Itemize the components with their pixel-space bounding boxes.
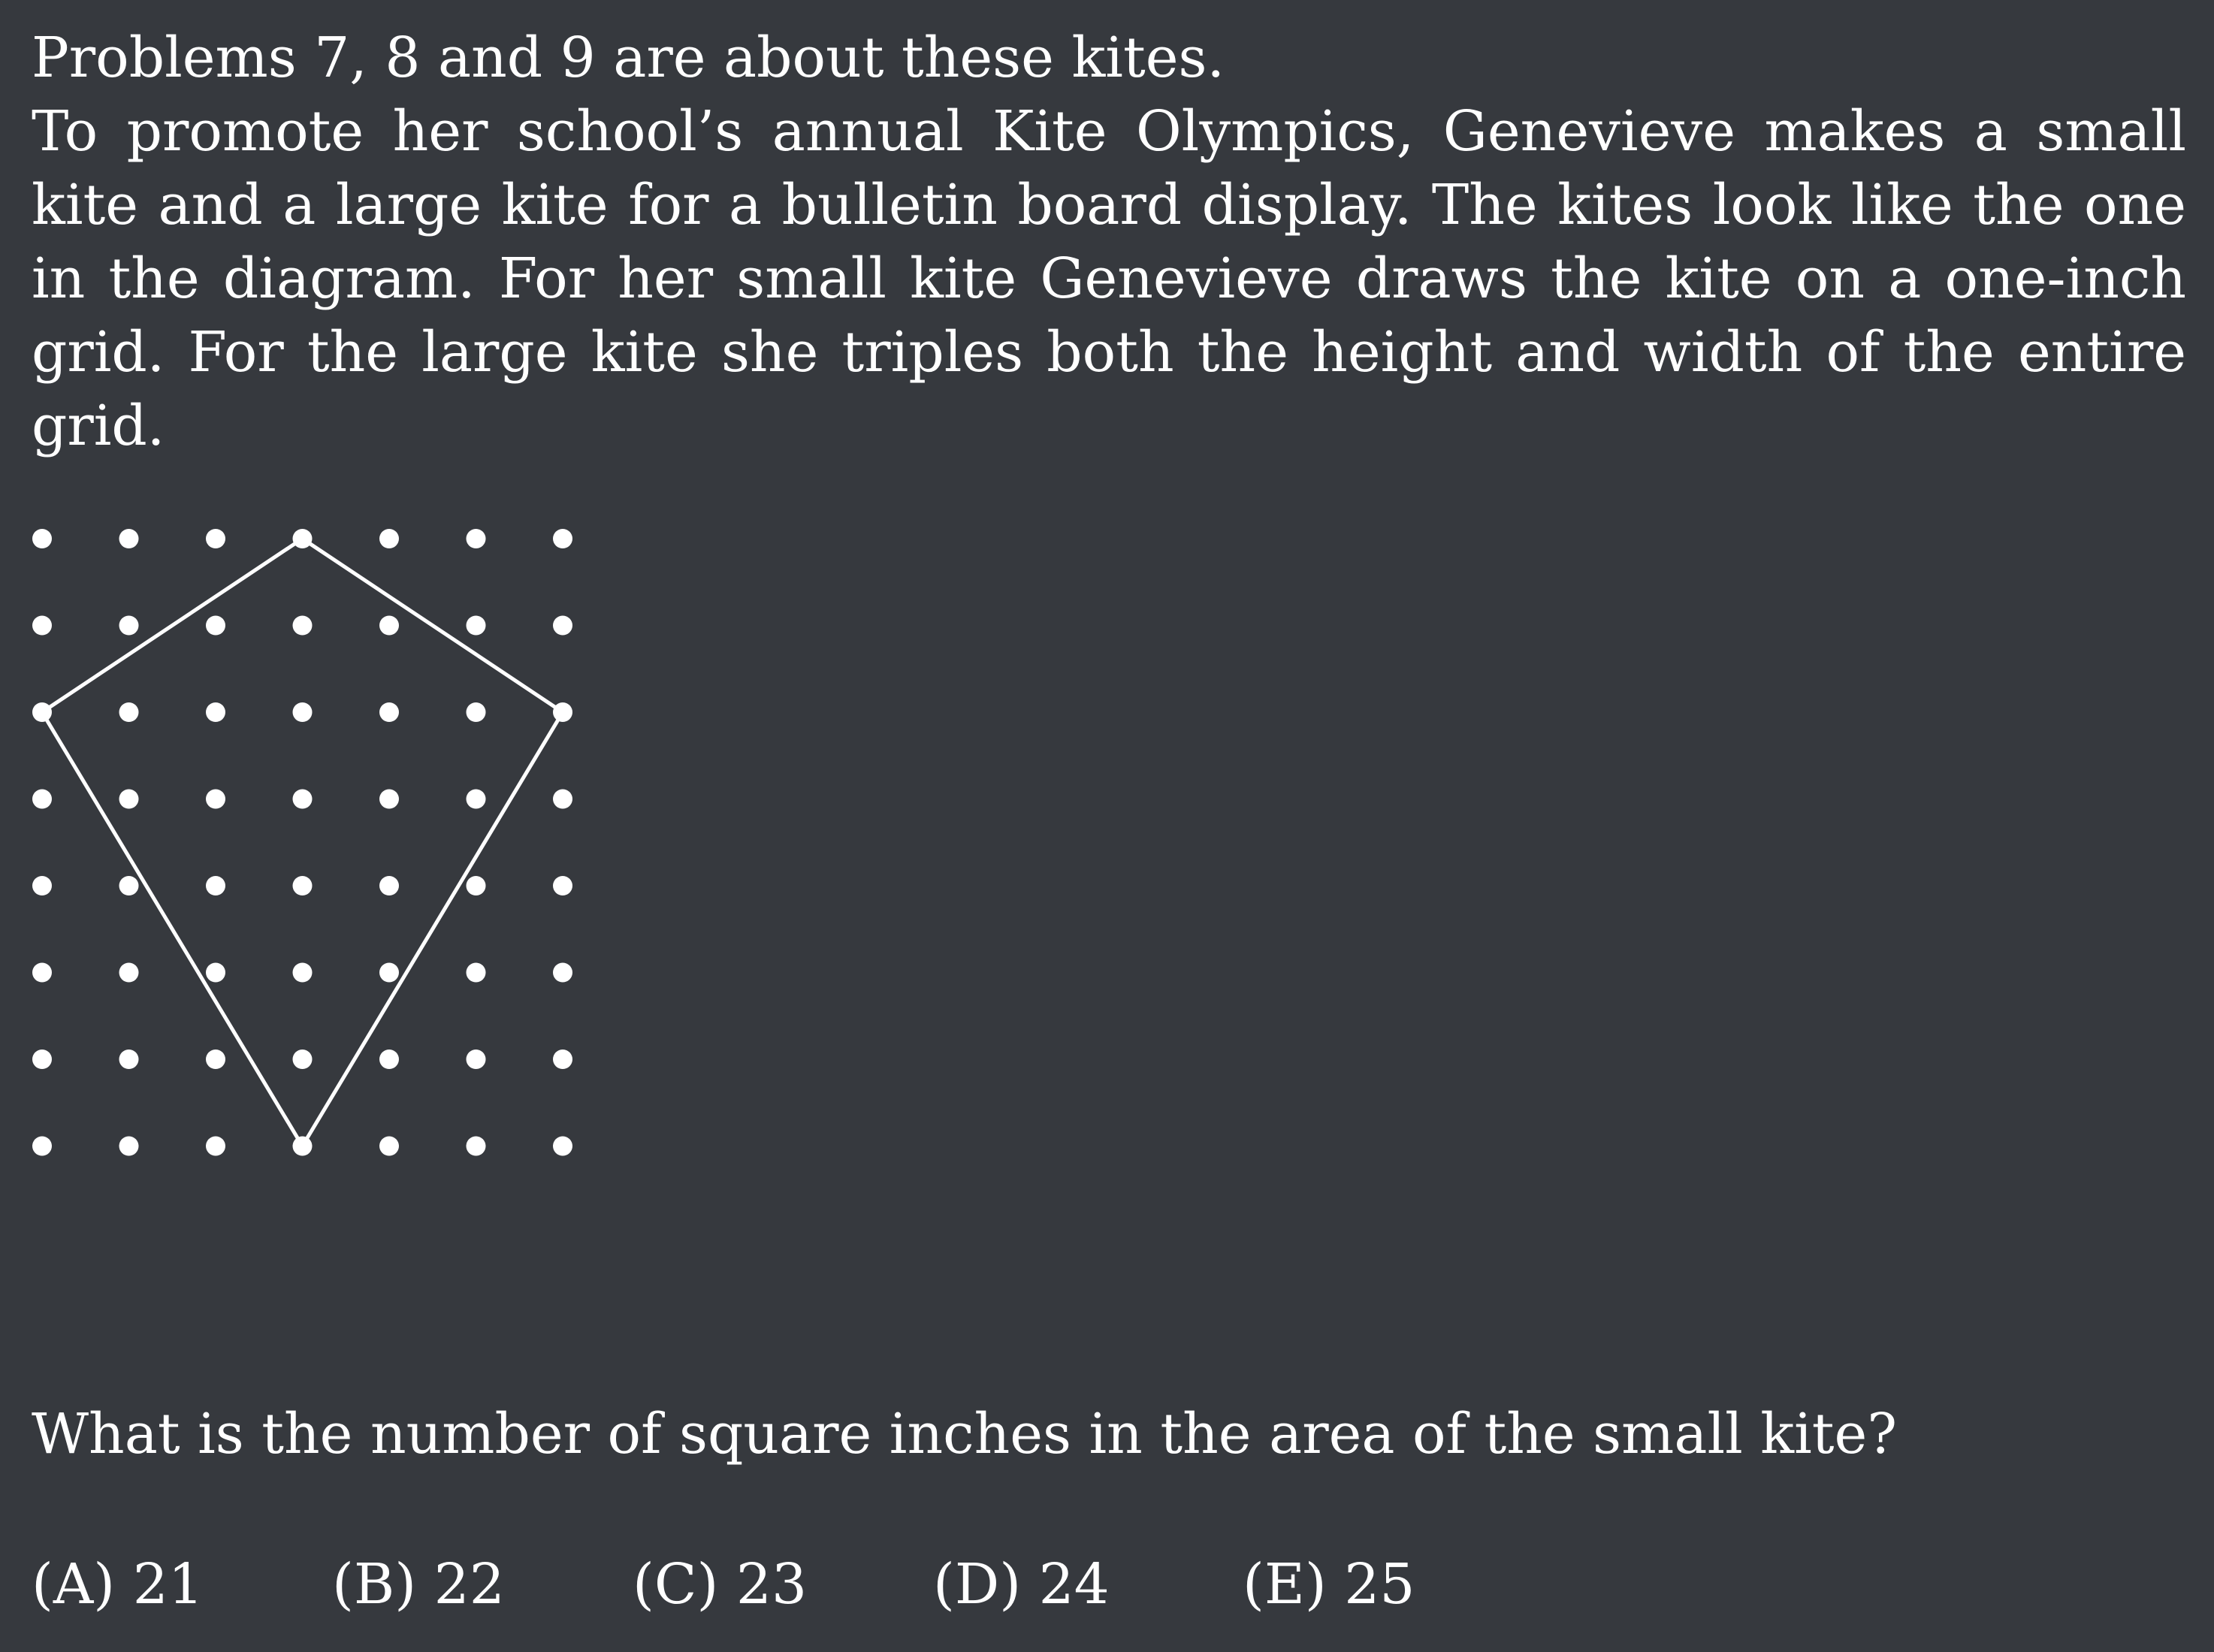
grid-dot	[379, 876, 399, 895]
choice-e: (E) 25	[1243, 1552, 1415, 1617]
grid-dot	[119, 789, 139, 809]
grid-dot	[466, 876, 486, 895]
grid-dot	[292, 702, 313, 722]
grid-dot	[379, 702, 399, 722]
grid-dot	[466, 1136, 486, 1156]
grid-dot	[379, 615, 399, 636]
grid-dot	[292, 789, 313, 809]
grid-dot	[553, 702, 572, 722]
grid-dot	[292, 1049, 313, 1069]
grid-dot	[466, 962, 486, 983]
grid-dot	[466, 615, 486, 636]
grid-dot	[206, 962, 225, 983]
grid-dot	[292, 615, 313, 636]
grid-dot	[32, 529, 52, 548]
grid-dot	[553, 789, 572, 809]
grid-dot	[379, 529, 399, 548]
grid-dot	[206, 1049, 225, 1069]
grid-dot	[379, 789, 399, 809]
grid-dot	[119, 702, 139, 722]
grid-dot	[119, 876, 139, 895]
grid-dot	[379, 962, 399, 983]
grid-dot	[206, 1136, 225, 1156]
answer-choices: (A) 21 (B) 22 (C) 23 (D) 24 (E) 25	[32, 1548, 1415, 1621]
grid-dot	[32, 876, 52, 895]
problem-intro: Problems 7, 8 and 9 are about these kite…	[32, 21, 2186, 463]
grid-dot	[379, 1049, 399, 1069]
choice-c: (C) 23	[633, 1552, 808, 1617]
grid-dot	[32, 789, 52, 809]
grid-dot	[206, 789, 225, 809]
grid-dot	[292, 529, 313, 548]
kite-grid-diagram	[32, 529, 572, 1156]
intro-line: Problems 7, 8 and 9 are about these kite…	[32, 26, 1225, 90]
grid-dot	[466, 1049, 486, 1069]
grid-dot	[32, 1136, 52, 1156]
grid-dot	[206, 876, 225, 895]
grid-dot	[206, 615, 225, 636]
choice-b: (B) 22	[332, 1552, 505, 1617]
grid-dot	[466, 789, 486, 809]
grid-dot	[553, 529, 572, 548]
choice-a: (A) 21	[32, 1552, 204, 1617]
grid-dot	[119, 1136, 139, 1156]
grid-dot	[379, 1136, 399, 1156]
grid-dot	[553, 1136, 572, 1156]
intro-paragraph: To promote her school’s annual Kite Olym…	[32, 99, 2186, 458]
grid-dot	[553, 1049, 572, 1069]
grid-dot	[292, 1136, 313, 1156]
grid-dot	[466, 529, 486, 548]
grid-dot	[206, 702, 225, 722]
grid-dot	[553, 876, 572, 895]
grid-dot	[292, 962, 313, 983]
grid-dot	[32, 1049, 52, 1069]
grid-dot	[206, 529, 225, 548]
grid-dot	[553, 615, 572, 636]
grid-dot	[32, 702, 52, 722]
grid-dot	[119, 1049, 139, 1069]
grid-dot	[119, 962, 139, 983]
question-text: What is the number of square inches in t…	[32, 1402, 1898, 1466]
grid-dot	[292, 876, 313, 895]
grid-dot	[119, 615, 139, 636]
grid-dot	[119, 529, 139, 548]
grid-dot	[466, 702, 486, 722]
grid-dot	[553, 962, 572, 983]
choice-d: (D) 24	[933, 1552, 1110, 1617]
grid-dot	[32, 615, 52, 636]
grid-dots-layer	[32, 529, 572, 1156]
grid-dot	[32, 962, 52, 983]
